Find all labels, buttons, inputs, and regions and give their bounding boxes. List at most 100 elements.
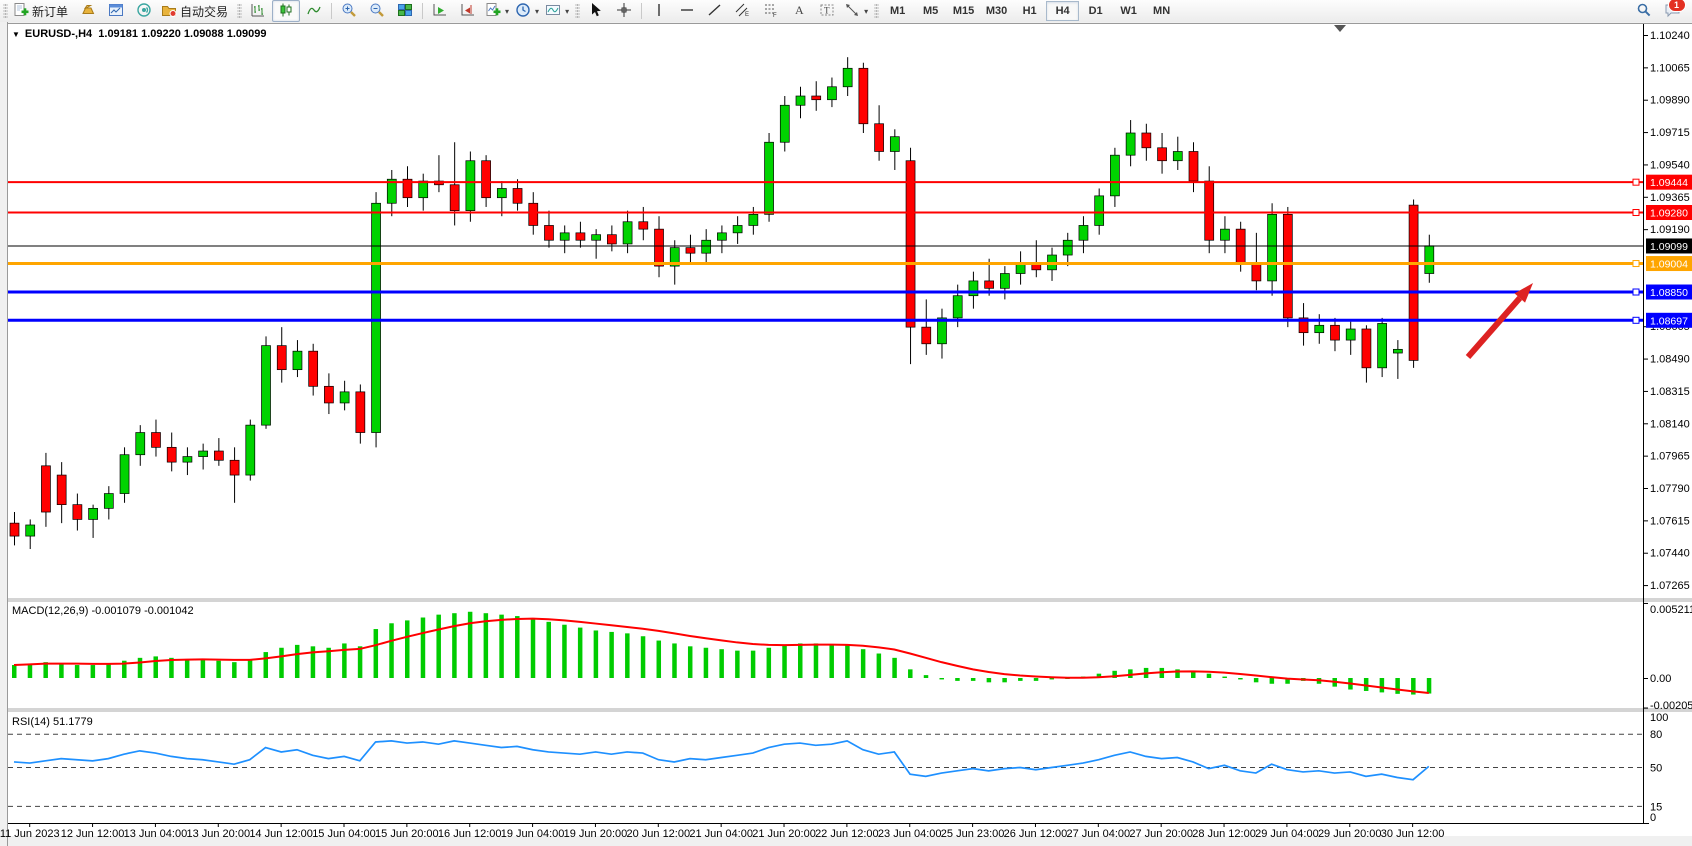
candle[interactable] xyxy=(1346,329,1355,340)
candle[interactable] xyxy=(356,392,365,433)
candle[interactable] xyxy=(623,222,632,244)
candle[interactable] xyxy=(812,96,821,100)
line-chart-button[interactable] xyxy=(300,0,328,22)
candle[interactable] xyxy=(827,87,836,100)
text-label-button[interactable]: T xyxy=(813,0,841,22)
candle[interactable] xyxy=(497,188,506,197)
candle[interactable] xyxy=(1110,155,1119,196)
candle[interactable] xyxy=(214,451,223,460)
collapse-triangle-icon[interactable]: ▼ xyxy=(12,30,20,39)
candle[interactable] xyxy=(655,229,664,266)
candle[interactable] xyxy=(324,386,333,403)
candle[interactable] xyxy=(1000,274,1009,289)
candle[interactable] xyxy=(372,203,381,432)
toolbar-grip[interactable] xyxy=(3,3,8,19)
candle[interactable] xyxy=(1063,240,1072,255)
chart-shift-button[interactable] xyxy=(454,0,482,22)
candle[interactable] xyxy=(1378,323,1387,367)
text-button[interactable]: A xyxy=(785,0,813,22)
candle[interactable] xyxy=(1315,325,1324,332)
candle[interactable] xyxy=(796,96,805,105)
candle[interactable] xyxy=(1409,205,1418,360)
indicators-button[interactable]: ▾ xyxy=(482,0,512,22)
line-handle[interactable] xyxy=(1633,317,1639,323)
horizontal-line-button[interactable] xyxy=(673,0,701,22)
timeframe-button-d1[interactable]: D1 xyxy=(1079,1,1112,21)
candle[interactable] xyxy=(1220,229,1229,240)
vertical-line-button[interactable] xyxy=(645,0,673,22)
candle[interactable] xyxy=(607,235,616,244)
line-handle[interactable] xyxy=(1633,289,1639,295)
candle[interactable] xyxy=(985,281,994,288)
candle[interactable] xyxy=(10,523,19,536)
autotrading-button[interactable]: 自动交易 xyxy=(158,0,234,22)
crosshair-button[interactable] xyxy=(610,0,638,22)
candle[interactable] xyxy=(262,346,271,426)
candle[interactable] xyxy=(922,327,931,344)
timeframe-button-m15[interactable]: M15 xyxy=(947,1,980,21)
candle[interactable] xyxy=(560,233,569,240)
candle[interactable] xyxy=(41,466,50,512)
candle[interactable] xyxy=(1268,214,1277,281)
candle[interactable] xyxy=(183,457,192,463)
periods-button[interactable]: ▾ xyxy=(512,0,542,22)
cursor-button[interactable] xyxy=(582,0,610,22)
candle[interactable] xyxy=(1205,181,1214,240)
candle[interactable] xyxy=(1158,148,1167,161)
candle[interactable] xyxy=(1252,262,1261,280)
candle[interactable] xyxy=(1079,225,1088,240)
bar-chart-button[interactable] xyxy=(244,0,272,22)
tile-windows-button[interactable] xyxy=(391,0,419,22)
toolbar-grip[interactable] xyxy=(237,3,242,19)
candle[interactable] xyxy=(576,233,585,240)
candle[interactable] xyxy=(686,248,695,254)
line-handle[interactable] xyxy=(1633,261,1639,267)
zoom-out-button[interactable] xyxy=(363,0,391,22)
candle[interactable] xyxy=(1362,329,1371,368)
candle[interactable] xyxy=(1425,246,1434,274)
timeframe-button-m5[interactable]: M5 xyxy=(914,1,947,21)
timeframe-button-h1[interactable]: H1 xyxy=(1013,1,1046,21)
candle[interactable] xyxy=(450,185,459,211)
candle[interactable] xyxy=(199,451,208,457)
candle[interactable] xyxy=(136,433,145,455)
equidistant-channel-button[interactable]: E xyxy=(729,0,757,22)
candle[interactable] xyxy=(1189,151,1198,181)
candle[interactable] xyxy=(1095,196,1104,226)
candle[interactable] xyxy=(340,392,349,403)
candle[interactable] xyxy=(592,235,601,241)
candle[interactable] xyxy=(906,161,915,327)
candle[interactable] xyxy=(1283,214,1292,318)
chat-button[interactable]: 1 xyxy=(1658,0,1686,22)
timeframe-button-w1[interactable]: W1 xyxy=(1112,1,1145,21)
candle[interactable] xyxy=(717,233,726,240)
fibonacci-button[interactable]: F xyxy=(757,0,785,22)
timeframe-button-h4[interactable]: H4 xyxy=(1046,1,1079,21)
candle[interactable] xyxy=(1330,325,1339,340)
candle[interactable] xyxy=(859,68,868,123)
candle[interactable] xyxy=(765,142,774,214)
candle[interactable] xyxy=(151,433,160,448)
candle[interactable] xyxy=(1393,349,1402,353)
chart-canvas[interactable]: 1.102401.100651.098901.097151.095401.093… xyxy=(0,22,1692,846)
new-order-button[interactable]: 新订单 xyxy=(10,0,74,22)
search-button[interactable] xyxy=(1630,0,1658,22)
candle[interactable] xyxy=(89,508,98,519)
timeframe-button-m1[interactable]: M1 xyxy=(881,1,914,21)
candle[interactable] xyxy=(57,475,66,505)
candle[interactable] xyxy=(890,137,899,152)
candlestick-chart-button[interactable] xyxy=(272,0,300,22)
candle[interactable] xyxy=(1126,133,1135,155)
candle[interactable] xyxy=(167,447,176,462)
toolbar-grip[interactable] xyxy=(575,3,580,19)
candle[interactable] xyxy=(843,68,852,86)
trendline-button[interactable] xyxy=(701,0,729,22)
templates-button[interactable]: ▾ xyxy=(542,0,572,22)
candle[interactable] xyxy=(513,188,522,203)
candle[interactable] xyxy=(639,222,648,229)
candle[interactable] xyxy=(1142,133,1151,148)
candle[interactable] xyxy=(780,105,789,142)
candle[interactable] xyxy=(733,225,742,232)
candle[interactable] xyxy=(875,124,884,152)
candle[interactable] xyxy=(230,460,239,475)
